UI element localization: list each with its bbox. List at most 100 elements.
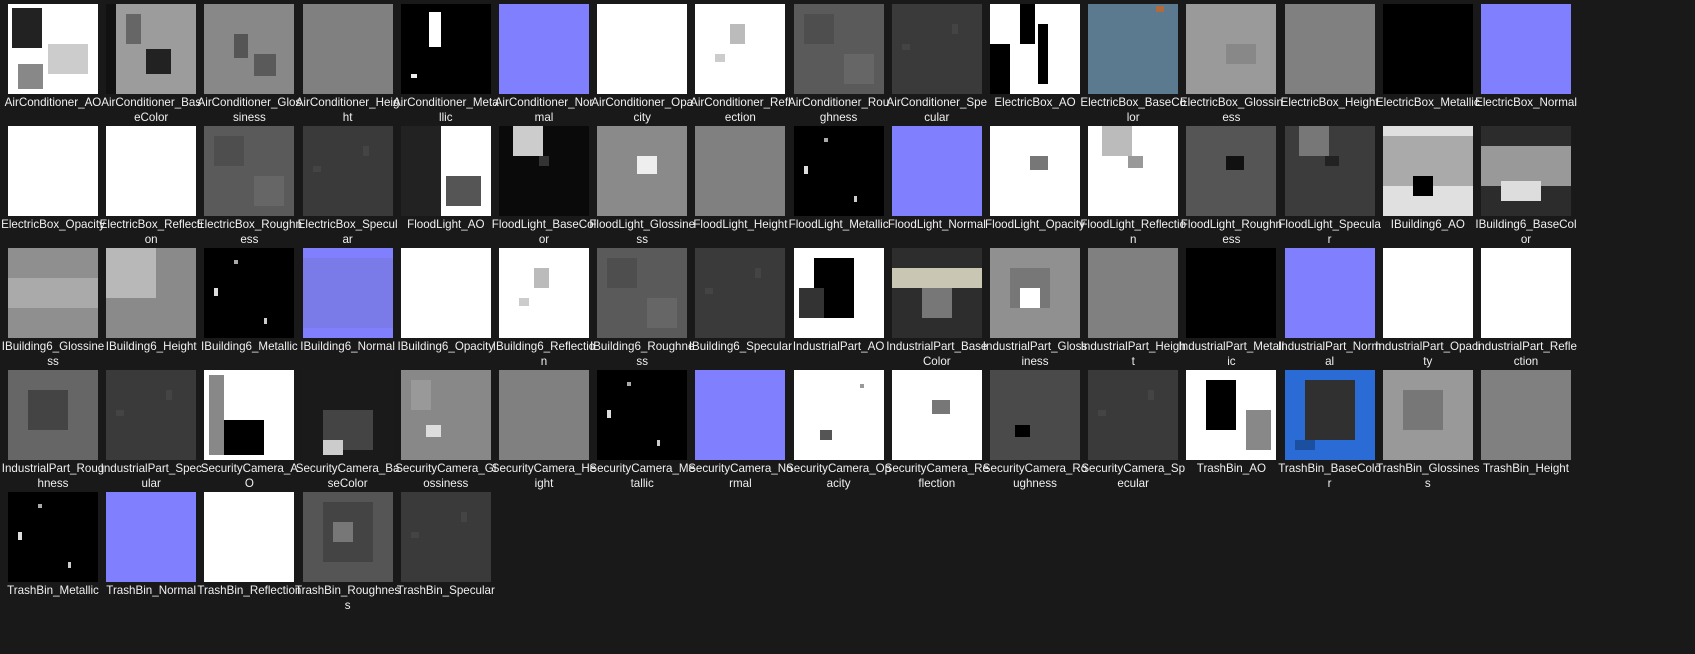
file-thumbnail [302,126,393,216]
file-tile[interactable]: SecurityCamera_Normal [687,366,793,494]
file-tile[interactable]: ElectricBox_Roughness [196,122,302,250]
file-tile[interactable]: TrashBin_Metallic [0,488,106,616]
file-tile[interactable]: AirConditioner_Metallic [393,0,499,128]
file-tile[interactable]: SecurityCamera_Specular [1080,366,1186,494]
file-tile[interactable]: FloodLight_Specular [1277,122,1383,250]
file-tile[interactable]: SecurityCamera_AO [196,366,302,494]
file-tile[interactable]: IBuilding6_AO [1375,122,1481,250]
file-tile[interactable]: AirConditioner_Glossiness [196,0,302,128]
file-name: SecurityCamera_AO [200,462,299,490]
file-tile[interactable]: FloodLight_Metallic [786,122,892,250]
file-tile[interactable]: FloodLight_Opacity [982,122,1088,250]
file-tile[interactable]: SecurityCamera_Metallic [589,366,695,494]
file-thumbnail [1088,4,1179,94]
file-thumbnail [8,126,98,216]
file-name: IndustrialPart_AO [792,340,885,353]
file-tile[interactable]: SecurityCamera_Roughness [982,366,1088,494]
file-tile[interactable]: TrashBin_AO [1178,366,1284,494]
file-tile[interactable]: AirConditioner_BaseColor [98,0,204,128]
file-name: IndustrialPart_Height [1080,340,1186,368]
file-tile[interactable]: TrashBin_Specular [393,488,499,616]
file-tile[interactable]: TrashBin_Reflection [196,488,302,616]
file-thumbnail [204,492,295,582]
file-tile[interactable]: IBuilding6_Specular [687,244,793,372]
file-tile[interactable]: AirConditioner_AO [0,0,106,128]
file-name: AirConditioner_Reflection [690,96,791,124]
file-tile[interactable]: IndustrialPart_AO [786,244,892,372]
file-tile[interactable]: IndustrialPart_BaseColor [884,244,990,372]
file-tile[interactable]: IBuilding6_Normal [295,244,401,372]
file-tile[interactable]: IBuilding6_Reflection [491,244,597,372]
file-name: ElectricBox_Reflection [99,218,203,246]
file-tile[interactable]: IndustrialPart_Normal [1277,244,1383,372]
file-tile[interactable]: ElectricBox_Height [1277,0,1383,128]
file-tile[interactable]: IndustrialPart_Roughness [0,366,106,494]
file-thumbnail [597,370,688,460]
file-tile[interactable]: TrashBin_Height [1473,366,1579,494]
file-tile[interactable]: SecurityCamera_Reflection [884,366,990,494]
file-tile[interactable]: IBuilding6_Roughness [589,244,695,372]
file-tile[interactable]: ElectricBox_Opacity [0,122,106,250]
file-thumbnail [597,126,688,216]
file-name: FloodLight_Reflection [1080,218,1187,246]
file-name: SecurityCamera_Glossiness [395,462,497,490]
file-thumbnail [106,126,197,216]
file-tile[interactable]: ElectricBox_Glossiness [1178,0,1284,128]
file-tile[interactable]: ElectricBox_AO [982,0,1088,128]
file-tile[interactable]: FloodLight_Normal [884,122,990,250]
file-tile[interactable]: IndustrialPart_Opacity [1375,244,1481,372]
file-tile[interactable]: IBuilding6_BaseColor [1473,122,1579,250]
file-tile[interactable]: IndustrialPart_Reflection [1473,244,1579,372]
file-thumbnail [793,370,884,460]
file-tile[interactable]: AirConditioner_Specular [884,0,990,128]
file-thumbnail [1382,248,1473,338]
file-thumbnail [1186,248,1277,338]
file-tile[interactable]: FloodLight_Roughness [1178,122,1284,250]
file-tile[interactable]: FloodLight_BaseColor [491,122,597,250]
file-tile[interactable]: ElectricBox_Metallic [1375,0,1481,128]
file-tile[interactable]: TrashBin_Roughness [295,488,401,616]
file-thumbnail [1088,370,1179,460]
file-thumbnail [990,4,1080,94]
file-thumbnail [1088,126,1179,216]
file-tile[interactable]: AirConditioner_Reflection [687,0,793,128]
file-tile[interactable]: FloodLight_Reflection [1080,122,1186,250]
file-name: FloodLight_Glossiness [589,218,696,246]
file-tile[interactable]: TrashBin_BaseColor [1277,366,1383,494]
file-tile[interactable]: FloodLight_AO [393,122,499,250]
file-tile[interactable]: TrashBin_Normal [98,488,204,616]
file-tile[interactable]: SecurityCamera_Glossiness [393,366,499,494]
file-tile[interactable]: IndustrialPart_Glossiness [982,244,1088,372]
file-thumbnail [1481,370,1571,460]
file-tile[interactable]: IndustrialPart_Specular [98,366,204,494]
file-thumbnail [8,4,98,94]
file-name: IBuilding6_Specular [688,340,792,353]
file-tile[interactable]: FloodLight_Glossiness [589,122,695,250]
file-tile[interactable]: SecurityCamera_Height [491,366,597,494]
file-thumbnail [499,370,589,460]
file-tile[interactable]: IndustrialPart_Height [1080,244,1186,372]
file-tile[interactable]: ElectricBox_BaseColor [1080,0,1186,128]
file-tile[interactable]: IBuilding6_Height [98,244,204,372]
file-thumbnail [597,248,688,338]
file-tile[interactable]: ElectricBox_Normal [1473,0,1579,128]
file-tile[interactable]: FloodLight_Height [687,122,793,250]
file-tile[interactable]: AirConditioner_Opacity [589,0,695,128]
file-name: SecurityCamera_Height [491,462,597,490]
file-tile[interactable]: IBuilding6_Glossiness [0,244,106,372]
file-tile[interactable]: ElectricBox_Reflection [98,122,204,250]
file-thumbnail [793,4,884,94]
file-name: IndustrialPart_Metallic [1178,340,1285,368]
file-tile[interactable]: IBuilding6_Opacity [393,244,499,372]
file-tile[interactable]: SecurityCamera_BaseColor [295,366,401,494]
file-tile[interactable]: ElectricBox_Specular [295,122,401,250]
file-tile[interactable]: IndustrialPart_Metallic [1178,244,1284,372]
file-tile[interactable]: IBuilding6_Metallic [196,244,302,372]
file-name: ElectricBox_BaseColor [1080,96,1187,124]
file-tile[interactable]: TrashBin_Glossiness [1375,366,1481,494]
file-thumbnail [1186,370,1277,460]
file-tile[interactable]: AirConditioner_Roughness [786,0,892,128]
file-tile[interactable]: AirConditioner_Normal [491,0,597,128]
file-tile[interactable]: AirConditioner_Height [295,0,401,128]
file-tile[interactable]: SecurityCamera_Opacity [786,366,892,494]
